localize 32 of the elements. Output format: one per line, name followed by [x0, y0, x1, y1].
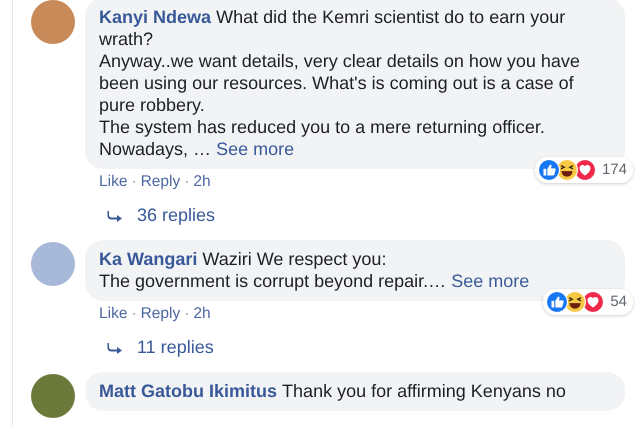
view-replies-link[interactable]: 11 replies	[85, 323, 640, 364]
action-link[interactable]: Reply	[140, 173, 180, 191]
reactions-badge[interactable]: 174	[534, 157, 633, 183]
see-more-link[interactable]: See more	[451, 271, 530, 291]
see-more-link[interactable]: See more	[216, 139, 294, 159]
action-link[interactable]: Reply	[140, 305, 180, 323]
separator-dot: ·	[131, 305, 137, 323]
commenter-name[interactable]: Matt Gatobu Ikimitus	[99, 381, 278, 401]
avatar-photo-placeholder[interactable]	[31, 242, 75, 286]
reply-arrow-icon	[107, 342, 123, 354]
reaction-count: 54	[610, 292, 627, 312]
comment-text: Ka Wangari Waziri We respect you: The government is corrupt beyond repair.… See more	[99, 248, 530, 292]
reactions-badge[interactable]: 54	[543, 289, 633, 315]
comment-text: Kanyi Ndewa What did the Kemri scientist do to earn your wrath? Anyway..we want details, very clear details on how you have been using our resources. What's is coming out is a case of pure robbery. The system has reduced you to a mere returning officer. Nowadays, … See more	[99, 6, 581, 160]
timestamp[interactable]: 2h	[193, 305, 211, 323]
avatar-photo-placeholder[interactable]	[31, 374, 75, 418]
reply-arrow-icon	[107, 210, 123, 222]
thumbs-up-icon	[538, 159, 560, 181]
separator-dot: ·	[184, 173, 190, 191]
avatar-photo-placeholder[interactable]	[31, 0, 75, 44]
commenter-name[interactable]: Kanyi Ndewa	[99, 7, 212, 27]
view-replies-link[interactable]: 36 replies	[85, 191, 640, 232]
reaction-count: 174	[602, 160, 627, 180]
separator-dot: ·	[131, 173, 137, 191]
thumbs-up-icon	[546, 291, 568, 313]
comment-text: Matt Gatobu Ikimitus Thank you for affirming Kenyans no	[99, 380, 567, 402]
timestamp[interactable]: 2h	[193, 173, 211, 191]
separator-dot: ·	[184, 305, 190, 323]
laughing-face-icon	[564, 291, 586, 313]
action-link[interactable]: Like	[99, 173, 128, 191]
action-link[interactable]: Like	[99, 305, 128, 323]
commenter-name[interactable]: Ka Wangari	[99, 249, 198, 269]
